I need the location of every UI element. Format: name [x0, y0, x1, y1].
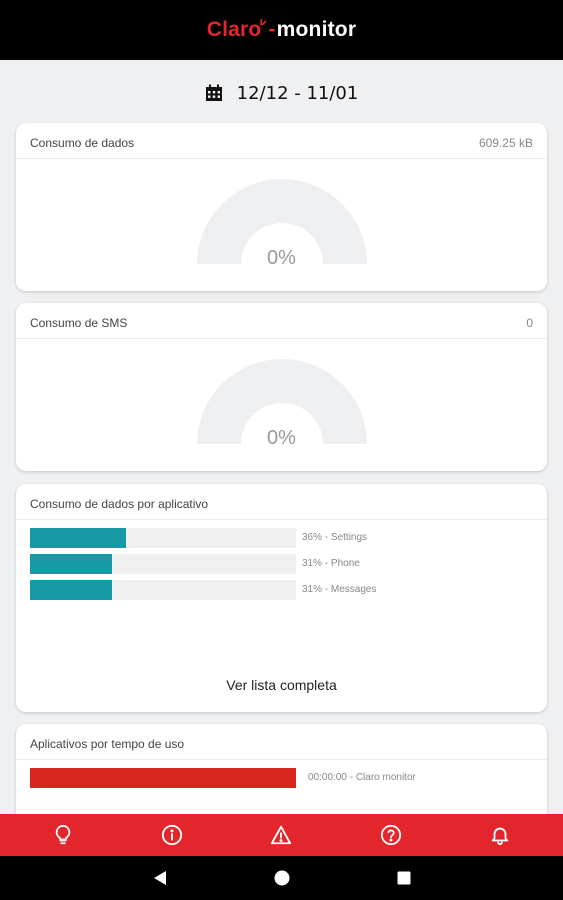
- app-usage-track: [30, 554, 296, 574]
- app-time-track: [30, 768, 296, 788]
- sms-usage-value: 0: [526, 315, 533, 330]
- app-usage-row: 36% - Settings: [30, 528, 530, 548]
- notifications-button[interactable]: [480, 815, 520, 855]
- app-usage-bar: [30, 580, 113, 600]
- date-range[interactable]: 12/12 - 11/01: [0, 78, 563, 108]
- data-usage-value: 609.25 kB: [478, 135, 533, 150]
- home-button[interactable]: [270, 866, 294, 890]
- bottom-nav: [0, 814, 563, 856]
- app-time-row: 00:00:00 - Claro monitor: [30, 768, 530, 788]
- sms-usage-card-header: Consumo de SMS 0: [16, 307, 547, 339]
- calendar-icon[interactable]: [205, 84, 223, 102]
- app-usage-label: 31% - Phone: [302, 558, 360, 569]
- apps-data-usage-card: Consumo de dados por aplicativo 36% - Se…: [16, 484, 547, 712]
- app-usage-track: [30, 580, 296, 600]
- recents-button[interactable]: [392, 866, 416, 890]
- app-time-label: 00:00:00 - Claro monitor: [308, 772, 416, 783]
- app-usage-bar: [30, 554, 113, 574]
- sms-usage-title: Consumo de SMS: [30, 315, 128, 330]
- data-usage-card[interactable]: Consumo de dados 609.25 kB 0%: [16, 123, 547, 291]
- tips-button[interactable]: [43, 815, 83, 855]
- data-usage-title: Consumo de dados: [30, 135, 135, 150]
- app-time-bar: [30, 768, 296, 788]
- recents-icon: [397, 871, 410, 885]
- logo-brand: Claro: [206, 18, 262, 41]
- app-header: Claro - monitor: [0, 0, 563, 60]
- sms-usage-percent: 0%: [267, 427, 296, 449]
- help-icon: [380, 824, 401, 846]
- apps-data-usage-title: Consumo de dados por aplicativo: [30, 496, 209, 511]
- apps-data-usage-header: Consumo de dados por aplicativo: [16, 488, 547, 520]
- app-usage-track: [30, 528, 296, 548]
- data-usage-card-header: Consumo de dados 609.25 kB: [16, 127, 547, 159]
- app-usage-row: 31% - Phone: [30, 554, 530, 574]
- back-icon: [153, 871, 166, 885]
- app-usage-bar: [30, 528, 126, 548]
- back-button[interactable]: [148, 866, 172, 890]
- app-usage-label: 36% - Settings: [302, 532, 368, 543]
- date-range-text[interactable]: 12/12 - 11/01: [237, 83, 359, 104]
- data-usage-percent: 0%: [267, 247, 296, 269]
- home-icon: [274, 870, 289, 886]
- app-usage-row: 31% - Messages: [30, 580, 530, 600]
- info-icon: [161, 824, 183, 846]
- apps-usage-time-title: Aplicativos por tempo de uso: [30, 736, 185, 751]
- lightbulb-icon: [55, 824, 70, 845]
- system-nav-bar: [0, 856, 563, 900]
- help-button[interactable]: [371, 815, 411, 855]
- sms-usage-card[interactable]: Consumo de SMS 0 0%: [16, 303, 547, 471]
- app-usage-label: 31% - Messages: [302, 584, 377, 595]
- warning-icon: [271, 825, 292, 845]
- alerts-button[interactable]: [261, 815, 301, 855]
- info-button[interactable]: [152, 815, 192, 855]
- see-full-list-link[interactable]: Ver lista completa: [16, 677, 547, 693]
- logo-separator: -: [268, 18, 276, 41]
- apps-usage-time-header: Aplicativos por tempo de uso: [16, 728, 547, 760]
- claro-monitor-logo: Claro - monitor: [207, 18, 356, 42]
- logo-product: monitor: [276, 18, 357, 41]
- bell-icon: [492, 827, 509, 846]
